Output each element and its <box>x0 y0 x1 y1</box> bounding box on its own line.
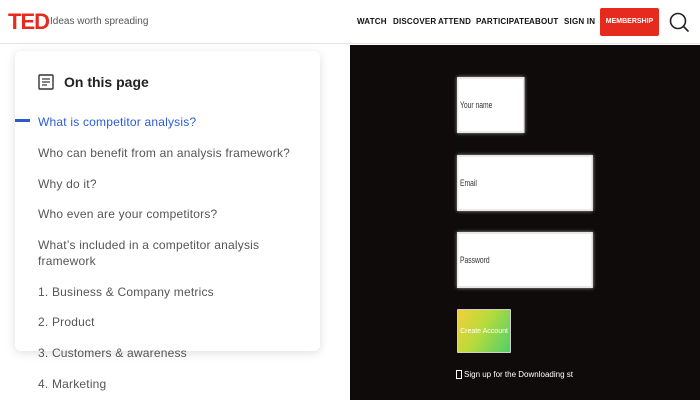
toc-item-framework[interactable]: What’s included in a competitor analysis… <box>38 237 278 269</box>
site-header: TED Ideas worth spreading WATCH DISCOVER… <box>0 0 700 44</box>
nav-about[interactable]: ABOUT <box>529 16 558 28</box>
toc-item-customers[interactable]: 3. Customers & awareness <box>38 345 308 361</box>
ted-logo[interactable]: TED <box>8 9 50 35</box>
toc-item-product[interactable]: 2. Product <box>38 314 308 330</box>
membership-button[interactable]: MEMBERSHIP <box>600 8 659 36</box>
tagline: Ideas worth spreading <box>50 16 149 27</box>
nav-attend[interactable]: ATTEND <box>438 16 471 28</box>
toc-item-competitors[interactable]: Who even are your competitors? <box>38 206 308 222</box>
toc-item-what-is[interactable]: What is competitor analysis? <box>38 114 308 130</box>
nav-participate[interactable]: PARTICIPATE <box>476 16 530 28</box>
name-input[interactable] <box>457 77 525 133</box>
create-account-button[interactable]: Create Account <box>457 309 511 353</box>
search-icon[interactable] <box>668 11 690 33</box>
nav-sign-in[interactable]: SIGN IN <box>564 16 595 28</box>
signup-panel <box>350 45 700 400</box>
nav-discover[interactable]: DISCOVER <box>393 16 436 28</box>
nav-watch[interactable]: WATCH <box>357 16 387 28</box>
newsletter-label: Sign up for the Downloading st <box>464 370 573 379</box>
toc-item-marketing[interactable]: 4. Marketing <box>38 376 308 392</box>
toc-item-business-metrics[interactable]: 1. Business & Company metrics <box>38 284 308 300</box>
toc-active-indicator <box>15 119 30 122</box>
toc-title: On this page <box>64 74 149 90</box>
toc-card <box>15 51 320 351</box>
email-input[interactable] <box>457 155 593 211</box>
newsletter-checkbox[interactable] <box>456 370 462 379</box>
toc-item-why[interactable]: Why do it? <box>38 176 308 192</box>
newsletter-option: Sign up for the Downloading st <box>456 368 573 382</box>
document-icon <box>38 74 54 90</box>
toc-item-who-benefits[interactable]: Who can benefit from an analysis framewo… <box>38 145 308 161</box>
password-input[interactable] <box>457 232 593 288</box>
